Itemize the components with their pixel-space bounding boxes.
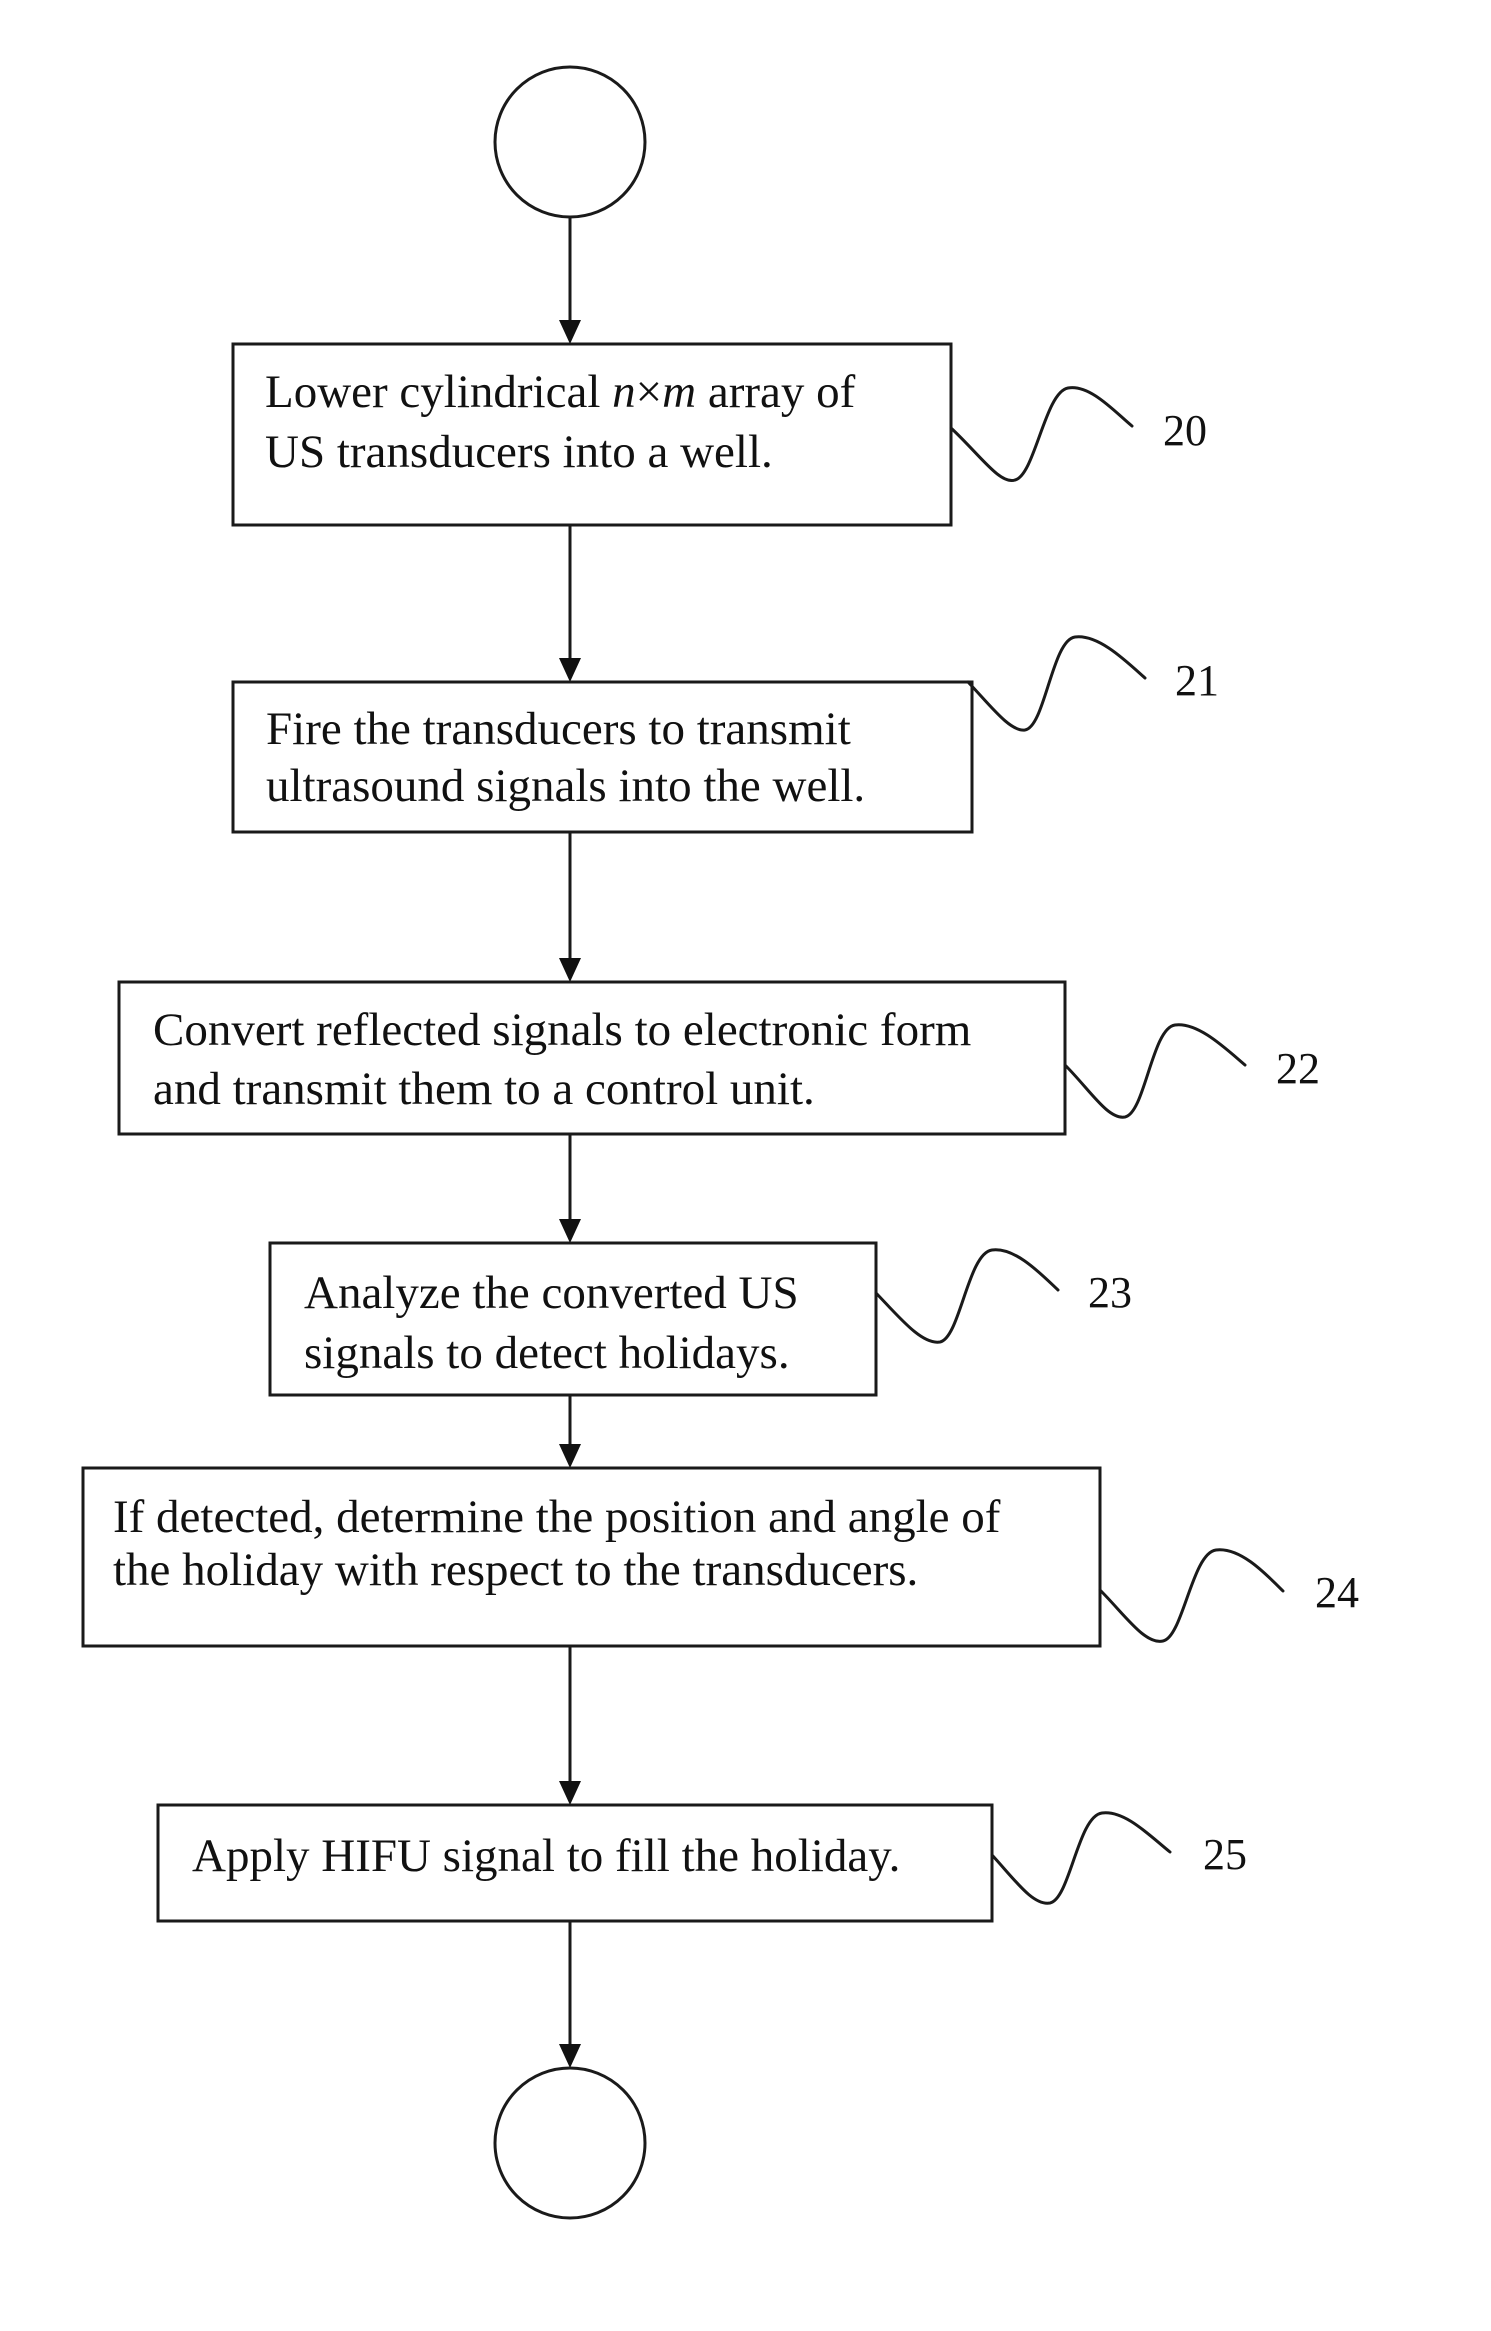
reference-numeral-21: 21 — [1175, 656, 1219, 705]
arrowhead-icon — [559, 1219, 581, 1243]
step-box-24: If detected, determine the position and … — [81, 1466, 1102, 1648]
reference-numeral-25: 25 — [1203, 1830, 1247, 1879]
leader-line-25 — [990, 1811, 1172, 1905]
text-run: and transmit them to a control unit. — [153, 1063, 815, 1115]
step-text-line: signals to detect holidays. — [304, 1327, 790, 1379]
step-box-22: Convert reflected signals to electronic … — [117, 980, 1067, 1136]
step-text-line: Lower cylindrical n×m array of — [265, 366, 856, 418]
step-text-line: and transmit them to a control unit. — [153, 1063, 815, 1115]
end-terminal — [493, 2066, 647, 2220]
arrowhead-icon — [559, 1444, 581, 1468]
reference-numeral-24: 24 — [1315, 1568, 1359, 1617]
arrowhead-icon — [559, 1781, 581, 1805]
text-run: US transducers into a well. — [265, 426, 773, 478]
step-text-line: Convert reflected signals to electronic … — [153, 1004, 971, 1056]
step-text-line: the holiday with respect to the transduc… — [113, 1544, 918, 1596]
text-run: Lower cylindrical — [265, 366, 612, 418]
text-run: Convert reflected signals to electronic … — [153, 1004, 971, 1056]
text-run: If detected, determine the position and … — [113, 1491, 1001, 1543]
flowchart: Lower cylindrical n×m array of US transd… — [81, 65, 1359, 2220]
reference-numeral-22: 22 — [1276, 1044, 1320, 1093]
arrowhead-icon — [559, 320, 581, 344]
step-text-line: Analyze the converted US — [304, 1267, 799, 1319]
text-run: Apply HIFU signal to fill the holiday. — [192, 1830, 900, 1882]
math-variable: m — [662, 366, 696, 418]
text-run: Analyze the converted US — [304, 1267, 799, 1319]
text-run: Fire the transducers to transmit — [266, 703, 851, 755]
step-box-25: Apply HIFU signal to fill the holiday. — [156, 1803, 994, 1923]
leader-line-24 — [1098, 1548, 1285, 1643]
step-box-23: Analyze the converted US signals to dete… — [268, 1241, 878, 1397]
arrowhead-icon — [559, 958, 581, 982]
text-run: signals to detect holidays. — [304, 1327, 790, 1379]
step-box-20: Lower cylindrical n×m array of US transd… — [231, 342, 953, 527]
step-text-line: Apply HIFU signal to fill the holiday. — [192, 1830, 900, 1882]
text-run: ultrasound signals into the well. — [266, 760, 865, 812]
math-variable: n — [612, 366, 636, 418]
step-text-line: ultrasound signals into the well. — [266, 760, 865, 812]
step-text-line: US transducers into a well. — [265, 426, 773, 478]
leader-line-20 — [949, 386, 1134, 482]
start-terminal — [493, 65, 647, 219]
step-box-21: Fire the transducers to transmit ultraso… — [231, 680, 974, 834]
text-run: × — [636, 366, 663, 418]
arrowhead-icon — [559, 658, 581, 682]
step-text-line: Fire the transducers to transmit — [266, 703, 851, 755]
reference-numeral-20: 20 — [1163, 406, 1207, 455]
reference-numeral-23: 23 — [1088, 1268, 1132, 1317]
leader-line-23 — [874, 1248, 1060, 1344]
leader-line-22 — [1063, 1023, 1247, 1119]
step-text-line: If detected, determine the position and … — [113, 1491, 1001, 1543]
text-run: array of — [696, 366, 856, 418]
arrowhead-icon — [559, 2044, 581, 2068]
leader-line-21 — [966, 635, 1147, 732]
text-run: the holiday with respect to the transduc… — [113, 1544, 918, 1596]
